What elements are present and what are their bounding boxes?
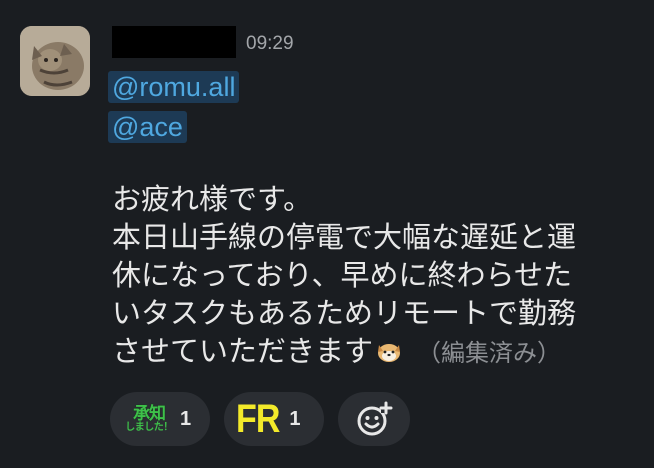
shonin-stamp-top: 承知: [133, 403, 166, 424]
mention-ace[interactable]: @ace: [108, 111, 187, 143]
username-redacted: [112, 26, 236, 58]
message-line: お疲れ様です。: [112, 182, 313, 216]
reaction-count: 1: [180, 407, 192, 430]
shonin-stamp-bottom: しました！: [125, 421, 173, 433]
reaction-shonin[interactable]: 承知 しました！ 1: [110, 392, 210, 446]
message-line: いタスクもあるためリモートで勤務: [112, 296, 577, 330]
message-line: 休になっており、早めに終わらせた: [112, 258, 572, 292]
add-reaction-button[interactable]: [338, 392, 410, 446]
message-line-last: させていただきます （編集済み）: [112, 332, 642, 372]
avatar[interactable]: [20, 26, 90, 96]
timestamp[interactable]: 09:29: [246, 33, 294, 55]
message-body: お疲れ様です。 本日山手線の停電で大幅な遅延と運 休になっており、早めに終わらせ…: [112, 180, 642, 372]
message-line: させていただきます: [112, 334, 374, 368]
add-reaction-icon: [357, 401, 393, 436]
reaction-count: 1: [289, 407, 301, 430]
mention-romu-all[interactable]: @romu.all: [108, 71, 240, 103]
dog-face-emoji-icon: [375, 336, 403, 364]
chat-message: 09:29 @romu.all @ace お疲れ様です。 本日山手線の停電で大幅…: [0, 0, 654, 468]
shonin-stamp-icon: 承知 しました！: [124, 400, 174, 438]
fr-stamp-icon: FR: [236, 397, 280, 441]
edited-label: （編集済み）: [417, 339, 562, 367]
reaction-fr[interactable]: FR 1: [224, 392, 324, 446]
message-line: 本日山手線の停電で大幅な遅延と運: [112, 220, 577, 254]
cat-avatar-image: [20, 26, 90, 96]
